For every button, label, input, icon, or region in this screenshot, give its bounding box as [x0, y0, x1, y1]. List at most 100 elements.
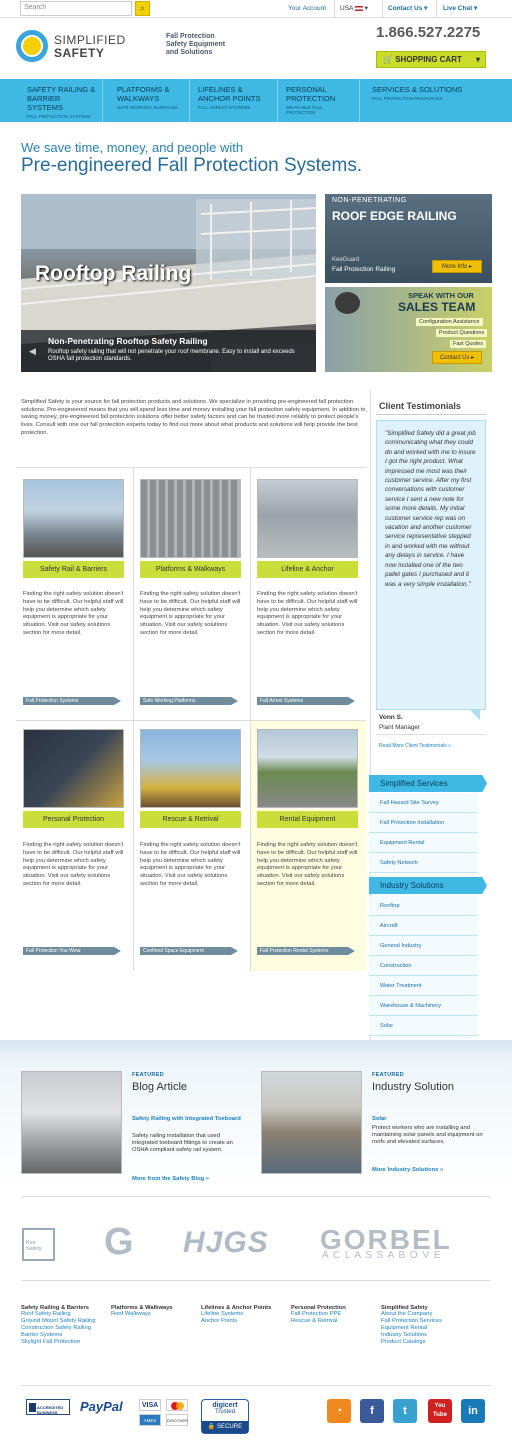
- footer-link[interactable]: Industry Solutions: [381, 1332, 491, 1339]
- more-blog-link[interactable]: More from the Safety Blog »: [132, 1176, 209, 1182]
- featured-title: Blog Article: [132, 1081, 188, 1093]
- bbb-badge[interactable]: ACCREDITED BUSINESS: [26, 1399, 70, 1415]
- card-label-personal-protection[interactable]: Personal Protection: [23, 811, 124, 828]
- youtube-icon[interactable]: You Tube: [428, 1399, 452, 1423]
- rss-icon[interactable]: ◔: [327, 1399, 351, 1423]
- shopping-cart-button[interactable]: 🛒 SHOPPING CART ▾: [376, 51, 486, 68]
- footer-link[interactable]: Barrier Systems: [21, 1332, 109, 1339]
- sales-line-1: Configuration Assistance: [416, 318, 483, 326]
- card-label-rental[interactable]: Rental Equipment: [257, 811, 358, 828]
- service-safety-network[interactable]: Safety Network: [369, 853, 478, 873]
- featured-title: Industry Solution: [372, 1081, 454, 1093]
- footer-link[interactable]: Ground Mount Safety Railing: [21, 1318, 109, 1325]
- card-link-rental-systems[interactable]: Fall Protection Rental Systems: [257, 947, 355, 955]
- card-link-fall-protection-you-wear[interactable]: Fall Protection You Wear: [23, 947, 121, 955]
- logo-text[interactable]: SIMPLIFIED: [54, 33, 126, 47]
- hero-headline: Pre-engineered Fall Protection Systems.: [21, 155, 363, 176]
- digicert-seal[interactable]: digicert Trusted 🔒 SECURE: [201, 1399, 249, 1434]
- nav-item-personal-protection[interactable]: PERSONAL PROTECTION WEARABLE FALL PROTECT…: [280, 79, 360, 122]
- footer-link[interactable]: Construction Safety Railing: [21, 1325, 109, 1332]
- bbb-icon: [29, 1403, 36, 1412]
- nav-item-lifelines[interactable]: LIFELINES & ANCHOR POINTS FALL ARREST SYS…: [192, 79, 278, 122]
- card-link-confined-space[interactable]: Confined Space Equipment: [140, 947, 238, 955]
- nav-item-platforms[interactable]: PLATFORMS & WALKWAYS SAFE WORKING SURFACE…: [111, 79, 190, 122]
- footer-link[interactable]: Anchor Points: [201, 1318, 289, 1325]
- contact-us-button[interactable]: Contact Us ▸: [432, 351, 482, 364]
- footer-link[interactable]: Roof Walkways: [111, 1311, 199, 1318]
- service-site-survey[interactable]: Fall Hazard Site Survey: [369, 793, 478, 813]
- amex-icon: AMEX: [139, 1414, 161, 1426]
- featured-label: FEATURED: [372, 1072, 404, 1078]
- footer-link[interactable]: Equipment Rental: [381, 1325, 491, 1332]
- nav-item-safety-railing[interactable]: SAFETY RAILING & BARRIER SYSTEMS FALL PRO…: [21, 79, 103, 122]
- hero-subheadline: We save time, money, and people with: [21, 140, 244, 155]
- linkedin-icon[interactable]: in: [461, 1399, 485, 1423]
- solar-image[interactable]: [261, 1071, 362, 1174]
- side-banner-title: ROOF EDGE RAILING: [332, 209, 457, 223]
- banner-title: Rooftop Railing: [35, 262, 192, 285]
- kee-safety-logo[interactable]: Kee Safety: [22, 1228, 55, 1261]
- solar-text: Protect workers who are installing and m…: [372, 1125, 483, 1145]
- footer-col-platforms: Platforms & Walkways Roof Walkways: [111, 1305, 199, 1318]
- phone-number: 1.866.527.2275: [376, 24, 481, 41]
- solar-link[interactable]: Solar: [372, 1116, 387, 1122]
- facebook-icon[interactable]: f: [360, 1399, 384, 1423]
- industry-warehouse[interactable]: Warehouse & Machinery: [369, 996, 478, 1016]
- hjgs-logo[interactable]: HJGS: [183, 1226, 269, 1260]
- tagline: Fall Protection Safety Equipment and Solut…: [166, 33, 226, 56]
- divider: [21, 1385, 491, 1386]
- country-select[interactable]: USA ▾: [340, 0, 368, 18]
- card-label-safety-rail[interactable]: Safety Rail & Barriers: [23, 561, 124, 578]
- platforms-image[interactable]: [140, 479, 241, 558]
- rental-image[interactable]: [257, 729, 358, 808]
- card-label-rescue[interactable]: Rescue & Retrival: [140, 811, 241, 828]
- industry-rooftop[interactable]: Rooftop: [369, 896, 478, 916]
- rescue-image[interactable]: [140, 729, 241, 808]
- industry-aircraft[interactable]: Aircraft: [369, 916, 478, 936]
- divider: [436, 0, 437, 18]
- g-brand-logo[interactable]: G: [104, 1222, 134, 1262]
- your-account-link[interactable]: Your Account: [288, 0, 326, 18]
- footer-link[interactable]: About the Company: [381, 1311, 491, 1318]
- contact-us-link[interactable]: Contact Us ▾: [388, 0, 427, 18]
- personal-protection-image[interactable]: [23, 729, 124, 808]
- service-installation[interactable]: Fall Protection Installation: [369, 813, 478, 833]
- more-testimonials-link[interactable]: Read More Client Testimonials »: [379, 743, 451, 749]
- footer-link[interactable]: Product Catalogs: [381, 1339, 491, 1346]
- footer-link[interactable]: Skylight Fall Protection: [21, 1339, 109, 1346]
- card-link-fall-arrest-systems[interactable]: Fall Arrest Systems: [257, 697, 355, 705]
- prev-arrow-icon[interactable]: ◀: [29, 346, 36, 357]
- twitter-icon[interactable]: t: [393, 1399, 417, 1423]
- blog-image[interactable]: [21, 1071, 122, 1174]
- cart-icon: 🛒: [383, 55, 393, 64]
- industry-general[interactable]: General Industry: [369, 936, 478, 956]
- more-info-button[interactable]: More Info ▸: [432, 260, 482, 273]
- footer-link[interactable]: Rescue & Retrival: [291, 1318, 379, 1325]
- footer-link[interactable]: Fall Protection Services: [381, 1318, 491, 1325]
- card-label-lifeline[interactable]: Lifeline & Anchor: [257, 561, 358, 578]
- service-rental[interactable]: Equipment Rental: [369, 833, 478, 853]
- search-input[interactable]: Search: [20, 1, 132, 16]
- divider: [16, 467, 366, 468]
- logo-text-bold[interactable]: SAFETY: [54, 46, 104, 60]
- blog-article-link[interactable]: Safety Railing with Integrated Toeboard: [132, 1116, 242, 1122]
- card-label-platforms[interactable]: Platforms & Walkways: [140, 561, 241, 578]
- industry-solar[interactable]: Solar: [369, 1016, 478, 1036]
- footer-link[interactable]: Roof Safety Railing: [21, 1311, 109, 1318]
- safety-rail-image[interactable]: [23, 479, 124, 558]
- card-link-fall-protection-systems[interactable]: Fall Protection Systems: [23, 697, 121, 705]
- divider: [382, 0, 383, 18]
- more-industry-link[interactable]: More Industry Solutions »: [372, 1167, 443, 1173]
- footer-link[interactable]: Fall Protection PPE: [291, 1311, 379, 1318]
- featured-label: FEATURED: [132, 1072, 164, 1078]
- industry-water[interactable]: Water Treatment: [369, 976, 478, 996]
- services-header: Simplified Services: [369, 775, 487, 792]
- card-link-safe-working-platforms[interactable]: Safe Working Platforms: [140, 697, 238, 705]
- footer-link[interactable]: Lifeline Systems: [201, 1311, 289, 1318]
- live-chat-link[interactable]: Live Chat ▾: [443, 0, 477, 18]
- nav-item-services[interactable]: SERVICES & SOLUTIONS FALL PROTECTION RESO…: [366, 79, 476, 122]
- industry-construction[interactable]: Construction: [369, 956, 478, 976]
- search-button[interactable]: ⌕: [135, 1, 150, 16]
- lifeline-image[interactable]: [257, 479, 358, 558]
- divider: [376, 734, 486, 735]
